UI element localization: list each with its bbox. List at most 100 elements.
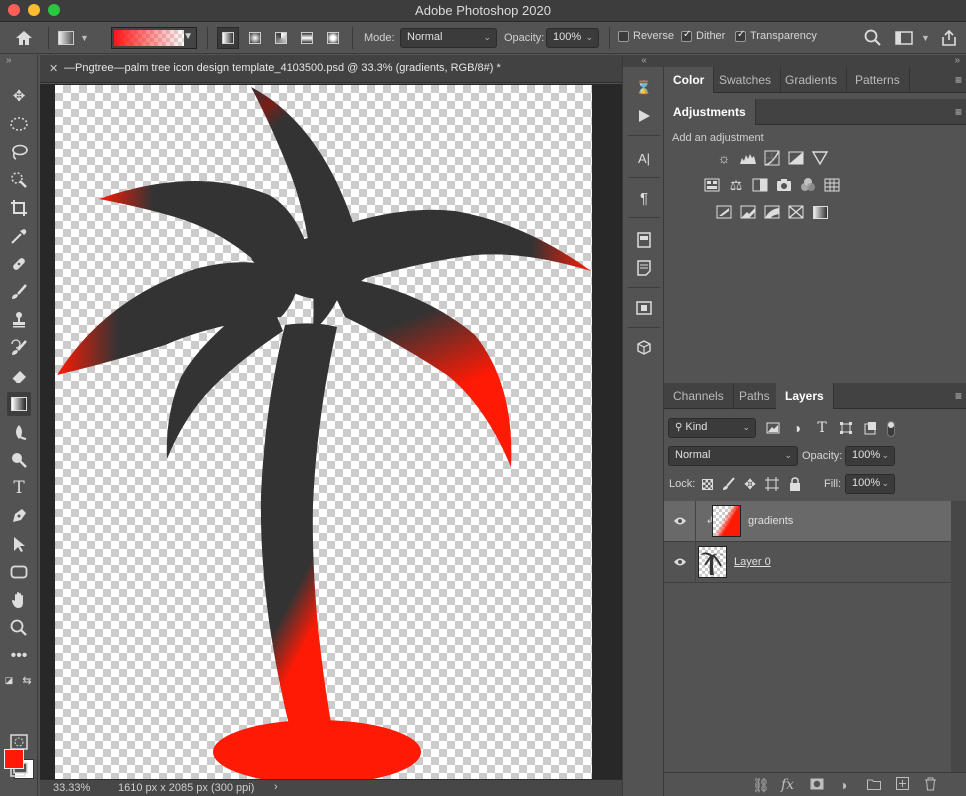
3d-icon[interactable] (632, 337, 656, 359)
vibrance-icon[interactable] (811, 149, 829, 167)
black-white-icon[interactable] (751, 176, 769, 194)
tab-swatches[interactable]: Swatches (710, 67, 782, 93)
tab-adjustments[interactable]: Adjustments (664, 99, 756, 125)
document-tab[interactable]: ✕ —Pngtree—palm tree icon design templat… (40, 55, 622, 83)
layers-scrollbar[interactable] (951, 501, 966, 772)
angle-gradient-button[interactable] (270, 27, 292, 49)
chevron-down-icon[interactable]: ▼ (921, 28, 930, 48)
hue-saturation-icon[interactable] (703, 176, 721, 194)
libraries-icon[interactable] (632, 297, 656, 319)
new-group-icon[interactable] (867, 777, 881, 793)
selective-color-icon[interactable] (787, 203, 805, 221)
fx-icon[interactable]: fx (781, 777, 794, 793)
lock-artboard-icon[interactable] (763, 475, 781, 493)
lock-all-icon[interactable] (786, 475, 804, 493)
blur-tool-icon[interactable] (7, 420, 31, 444)
search-icon[interactable] (864, 28, 882, 48)
panel-menu-icon[interactable]: ≡ (955, 389, 962, 403)
dither-checkbox[interactable]: Dither (681, 29, 725, 42)
filter-pixel-icon[interactable] (764, 419, 782, 437)
move-tool-icon[interactable]: ✥ (7, 84, 31, 108)
eyedropper-tool-icon[interactable] (7, 224, 31, 248)
tab-channels[interactable]: Channels (664, 383, 734, 409)
layer-row-layer-0[interactable]: Layer 0 (664, 542, 951, 583)
blend-mode-select[interactable]: Normal ⌄ (668, 446, 798, 466)
lasso-tool-icon[interactable] (7, 140, 31, 164)
default-colors-icon[interactable]: ◪ (2, 673, 16, 687)
actions-play-icon[interactable] (632, 105, 656, 127)
healing-brush-tool-icon[interactable] (7, 252, 31, 276)
radial-gradient-button[interactable] (244, 27, 266, 49)
eye-icon[interactable] (673, 514, 687, 529)
link-layers-icon[interactable]: ⛓ (752, 777, 770, 794)
gradient-tool-icon[interactable] (7, 392, 31, 416)
delete-layer-icon[interactable] (924, 777, 937, 794)
gradient-picker[interactable]: ▼ (111, 27, 197, 49)
collapse-dock-icon[interactable]: « (623, 55, 665, 67)
crop-tool-icon[interactable] (7, 196, 31, 220)
layer-row-gradients[interactable]: ↲ gradients (664, 501, 951, 542)
exposure-icon[interactable] (787, 149, 805, 167)
filter-smart-object-icon[interactable] (861, 419, 879, 437)
lock-image-icon[interactable] (720, 475, 738, 493)
canvas-area[interactable] (40, 84, 622, 779)
properties-icon[interactable] (632, 229, 656, 251)
linear-gradient-button[interactable] (217, 27, 239, 49)
diamond-gradient-button[interactable] (322, 27, 344, 49)
type-tool-icon[interactable]: T (7, 476, 31, 500)
marquee-tool-icon[interactable] (7, 112, 31, 136)
foreground-color-swatch[interactable] (4, 749, 24, 769)
quick-selection-tool-icon[interactable] (7, 168, 31, 192)
levels-icon[interactable] (739, 149, 757, 167)
color-balance-icon[interactable]: ⚖ (727, 176, 745, 194)
filter-adjustment-icon[interactable]: ◑ (788, 419, 806, 437)
fill-input[interactable]: 100% ⌄ (845, 474, 895, 494)
tab-color[interactable]: Color (664, 67, 715, 93)
layer-opacity-input[interactable]: 100% ⌄ (845, 446, 895, 466)
collapse-toolbar-icon[interactable]: » (6, 55, 12, 66)
lock-position-icon[interactable]: ✥ (741, 475, 759, 493)
opacity-input[interactable]: 100% ⌄ (546, 28, 599, 48)
swap-colors-icon[interactable]: ⇆ (20, 673, 34, 687)
dodge-tool-icon[interactable] (7, 448, 31, 472)
reflected-gradient-button[interactable] (296, 27, 318, 49)
invert-icon[interactable] (715, 203, 733, 221)
panel-menu-icon[interactable]: ≡ (955, 105, 962, 119)
hand-tool-icon[interactable] (7, 588, 31, 612)
color-lookup-icon[interactable] (823, 176, 841, 194)
lock-transparent-icon[interactable] (698, 475, 716, 493)
photo-filter-icon[interactable] (775, 176, 793, 194)
share-icon[interactable] (940, 28, 958, 48)
new-layer-icon[interactable] (896, 777, 909, 793)
chevron-right-icon[interactable]: › (274, 781, 278, 793)
tab-layers[interactable]: Layers (776, 383, 834, 409)
tab-patterns[interactable]: Patterns (846, 67, 910, 93)
filter-shape-icon[interactable] (837, 419, 855, 437)
history-brush-tool-icon[interactable] (7, 336, 31, 360)
curves-icon[interactable] (763, 149, 781, 167)
close-document-icon[interactable]: ✕ (49, 62, 58, 75)
character-icon[interactable]: A| (632, 147, 656, 169)
layer-kind-filter[interactable]: ⚲ Kind ⌄ (668, 418, 756, 438)
document-canvas[interactable] (55, 85, 592, 779)
clone-stamp-tool-icon[interactable] (7, 308, 31, 332)
tab-paths[interactable]: Paths (730, 383, 780, 409)
add-mask-icon[interactable] (810, 777, 824, 793)
paragraph-icon[interactable]: ¶ (632, 187, 656, 209)
more-tools-icon[interactable]: ••• (7, 644, 31, 668)
history-icon[interactable]: ⌛ (632, 77, 656, 99)
pen-tool-icon[interactable] (7, 504, 31, 528)
transparency-checkbox[interactable]: Transparency (735, 29, 817, 42)
tool-preset-picker[interactable]: ▼ (58, 28, 98, 48)
notes-icon[interactable] (632, 257, 656, 279)
zoom-level[interactable]: 33.33% (53, 782, 90, 794)
zoom-tool-icon[interactable] (7, 616, 31, 640)
new-adjustment-layer-icon[interactable]: ◑ (839, 777, 847, 793)
rectangle-tool-icon[interactable] (7, 560, 31, 584)
gradient-map-icon[interactable] (811, 203, 829, 221)
tab-gradients[interactable]: Gradients (776, 67, 848, 93)
eye-icon[interactable] (673, 555, 687, 570)
reverse-checkbox[interactable]: Reverse (618, 30, 674, 42)
filter-type-icon[interactable]: T (813, 419, 831, 437)
brightness-contrast-icon[interactable]: ☼ (715, 149, 733, 167)
